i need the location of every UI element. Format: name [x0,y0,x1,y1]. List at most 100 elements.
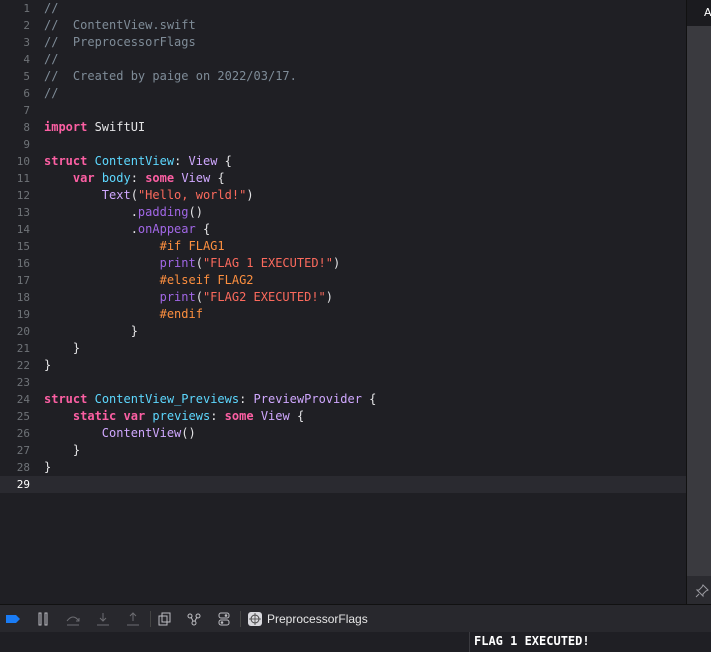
console-output[interactable]: FLAG 1 EXECUTED! [469,632,711,652]
line-number: 22 [16,359,30,372]
code-line[interactable]: 29 [0,476,686,493]
code-line[interactable]: 13 .padding() [0,204,686,221]
code-text: ContentView() [44,425,196,442]
source-editor[interactable]: 1 // 2 // ContentView.swift 3 // Preprocessor… [0,0,686,604]
code-token: "FLAG 1 EXECUTED!" [202,256,333,270]
breakpoints-toggle-icon[interactable] [5,612,21,626]
code-token: ) [333,256,341,270]
code-token: ) [246,188,254,202]
code-token: . [44,222,138,236]
code-token: var [72,171,95,185]
line-number: 27 [16,444,30,457]
code-text: } [44,442,80,459]
code-line[interactable]: 10 struct ContentView: View { [0,153,686,170]
code-line[interactable]: 7 [0,102,686,119]
code-text: Text("Hello, world!") [44,187,254,204]
code-text: } [44,459,51,476]
code-token: body [101,171,131,185]
scheme-name[interactable]: PreprocessorFlags [267,605,368,633]
inspector-strip: A [686,0,711,604]
code-token: View [260,409,290,423]
code-text: .padding() [44,204,203,221]
code-token: : [210,409,225,423]
code-text: #endif [44,306,203,323]
code-line[interactable]: 20 } [0,323,686,340]
line-number: 2 [23,19,30,32]
code-line[interactable]: 2 // ContentView.swift [0,17,686,34]
view-hierarchy-icon[interactable] [157,612,173,626]
code-token: // ContentView.swift [44,18,196,32]
code-line[interactable]: 5 // Created by paige on 2022/03/17. [0,68,686,85]
line-number: 23 [16,376,30,389]
code-line[interactable]: 12 Text("Hello, world!") [0,187,686,204]
code-text: // [44,85,58,102]
code-token: View [188,154,218,168]
inspector-scroll-area[interactable] [687,26,711,576]
code-token: struct [44,154,88,168]
pin-icon[interactable] [695,584,709,598]
code-line[interactable]: 23 [0,374,686,391]
environment-overrides-icon[interactable] [216,612,232,626]
code-text: var body: some View { [44,170,225,187]
code-line[interactable]: 16 print("FLAG 1 EXECUTED!") [0,255,686,272]
code-line[interactable]: 18 print("FLAG2 EXECUTED!") [0,289,686,306]
memory-graph-icon[interactable] [186,612,202,626]
code-text: #if FLAG1 [44,238,225,255]
code-line[interactable]: 26 ContentView() [0,425,686,442]
code-line[interactable]: 4 // [0,51,686,68]
pause-icon[interactable] [35,612,51,626]
line-number: 25 [16,410,30,423]
inspector-header: A [687,0,711,26]
line-number: 24 [16,393,30,406]
code-text: .onAppear { [44,221,210,238]
code-text: // ContentView.swift [44,17,196,34]
code-line[interactable]: 8 import SwiftUI [0,119,686,136]
code-line[interactable]: 28} [0,459,686,476]
code-line[interactable]: 3 // PreprocessorFlags [0,34,686,51]
code-line[interactable]: 15 #if FLAG1 [0,238,686,255]
code-token: #elseif FLAG2 [159,273,254,287]
code-text: } [44,323,138,340]
code-text: import SwiftUI [44,119,145,136]
code-line[interactable]: 22} [0,357,686,374]
code-line[interactable]: 1 // [0,0,686,17]
line-number: 14 [16,223,30,236]
line-number: 17 [16,274,30,287]
code-line[interactable]: 14 .onAppear { [0,221,686,238]
code-line[interactable]: 24 struct ContentView_Previews: PreviewPr… [0,391,686,408]
code-token: } [44,324,138,338]
code-token: ContentView [94,154,175,168]
line-number: 12 [16,189,30,202]
line-number: 9 [23,138,30,151]
code-token: ContentView [101,426,182,440]
code-line[interactable]: 11 var body: some View { [0,170,686,187]
code-line[interactable]: 17 #elseif FLAG2 [0,272,686,289]
code-text: } [44,340,80,357]
code-text: print("FLAG 1 EXECUTED!") [44,255,341,272]
code-line[interactable]: 9 [0,136,686,153]
step-over-icon[interactable] [65,612,81,626]
code-line[interactable]: 21 } [0,340,686,357]
step-into-icon[interactable] [95,612,111,626]
step-out-icon[interactable] [125,612,141,626]
code-token: () [188,205,203,219]
code-line[interactable]: 25 static var previews: some View { [0,408,686,425]
line-number: 4 [23,53,30,66]
code-line[interactable]: 19 #endif [0,306,686,323]
code-token: : [239,392,254,406]
code-token: ) [325,290,334,304]
code-token: ContentView_Previews [94,392,240,406]
code-line[interactable]: 27 } [0,442,686,459]
code-text: // Created by paige on 2022/03/17. [44,68,297,85]
code-token: print [159,290,196,304]
code-text: struct ContentView: View { [44,153,232,170]
code-line[interactable]: 6 // [0,85,686,102]
line-number: 3 [23,36,30,49]
code-token: static [72,409,117,423]
